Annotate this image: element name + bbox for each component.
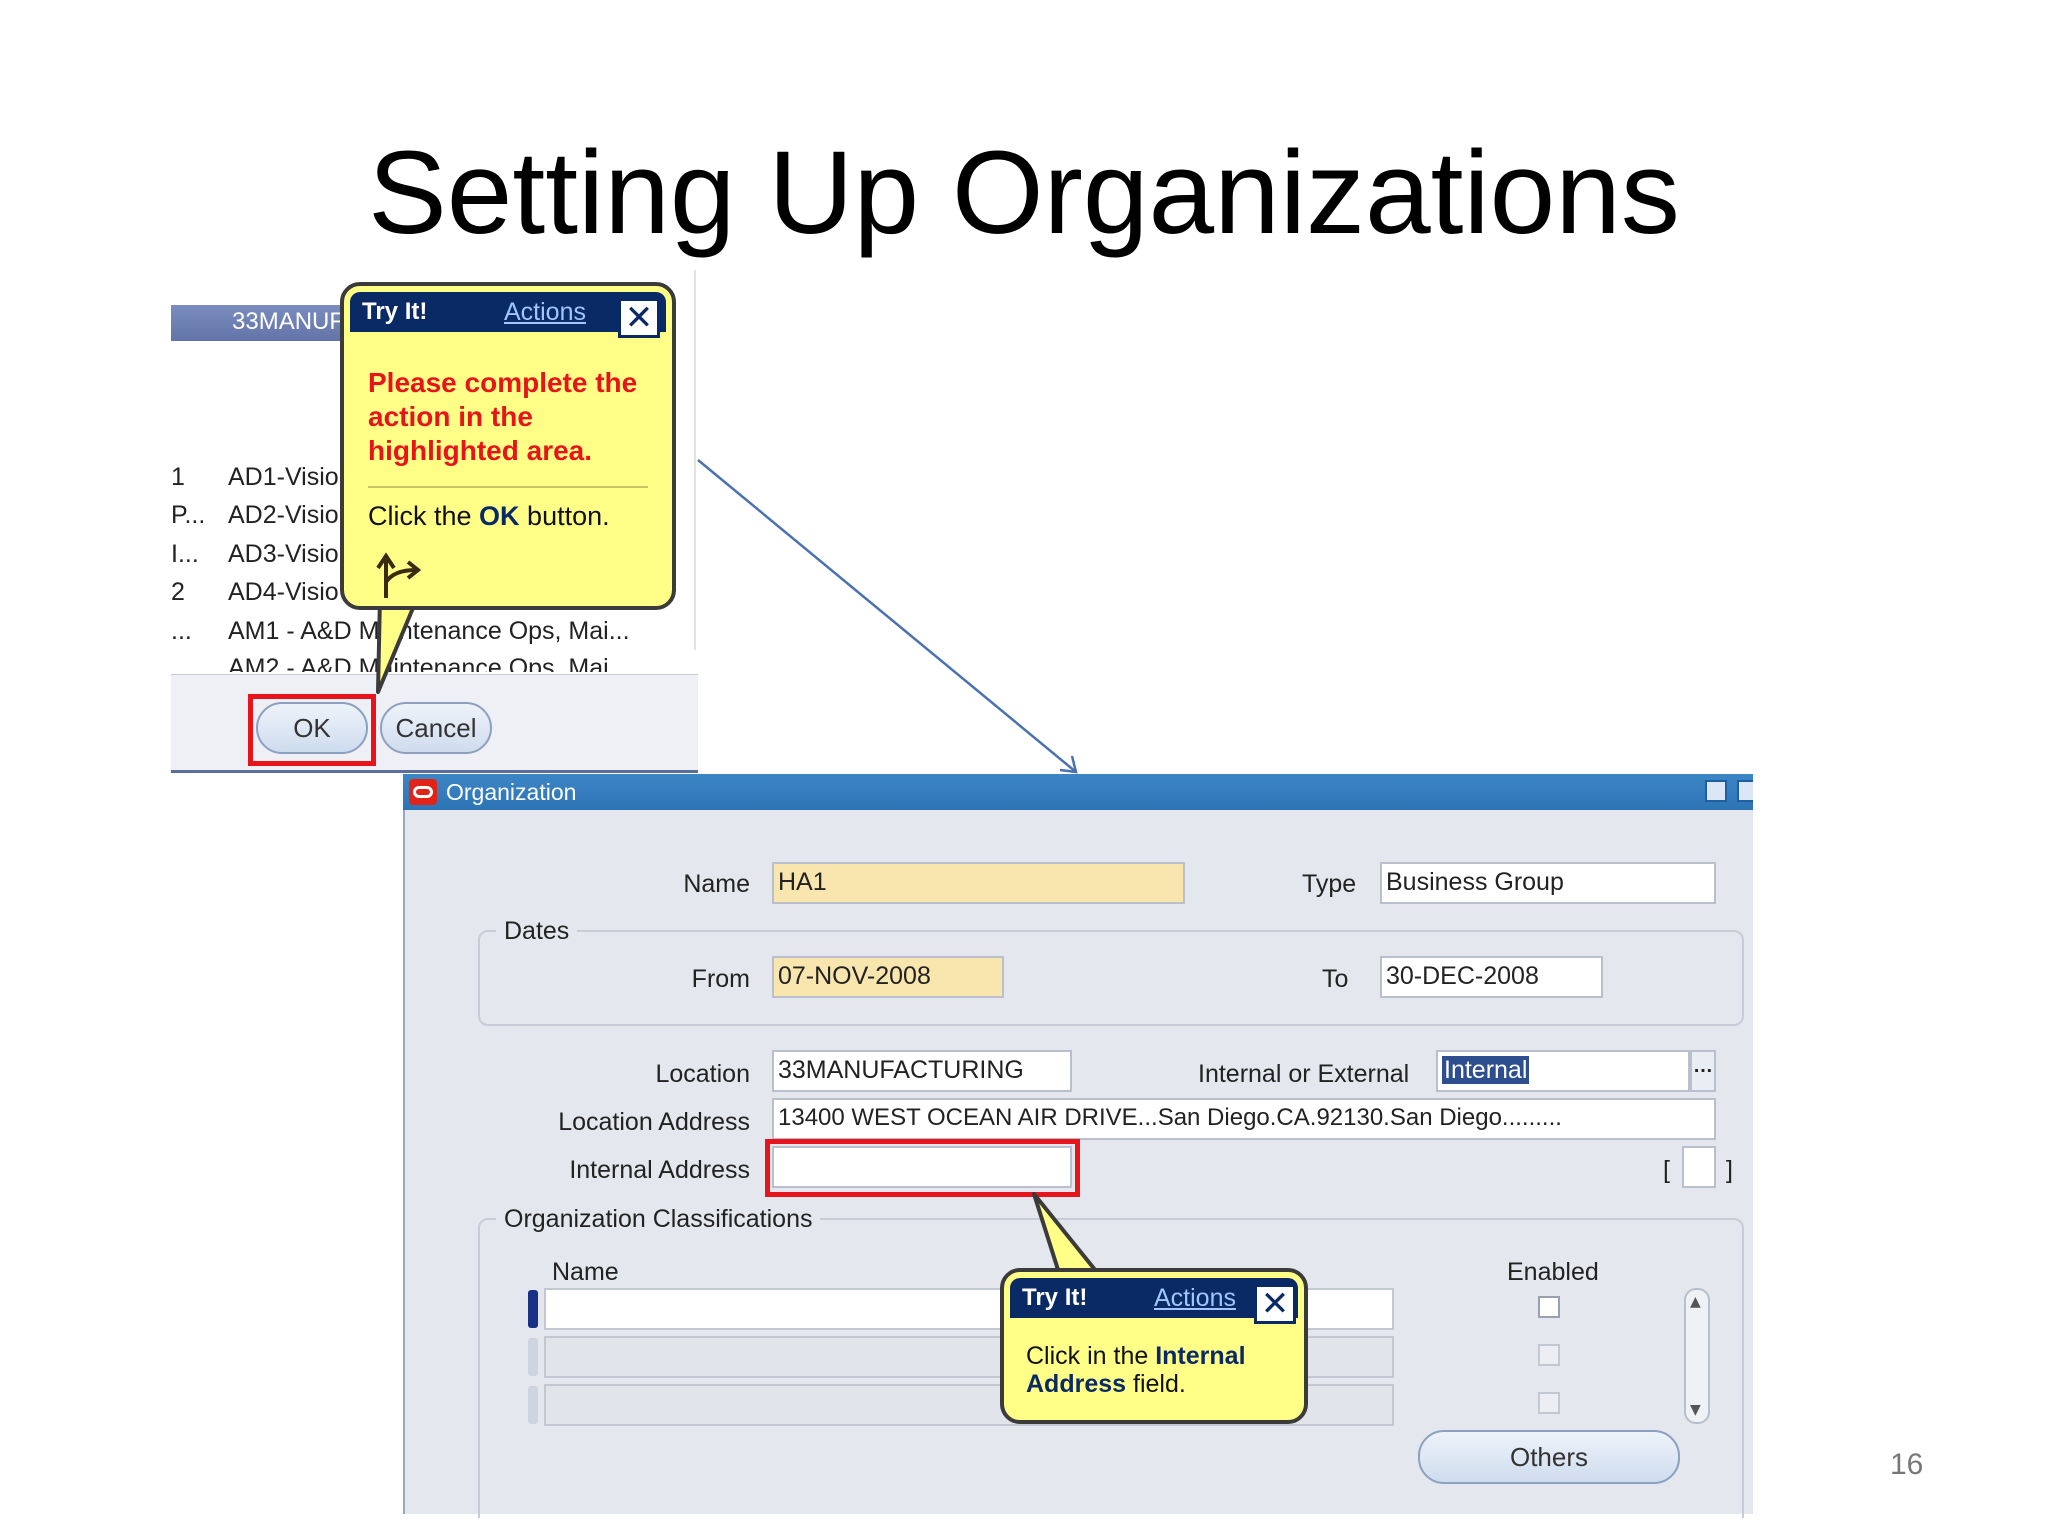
try-it-label: Try It! — [362, 298, 428, 325]
current-record-indicator[interactable] — [528, 1290, 538, 1328]
callout-divider — [368, 486, 648, 488]
lov-row-name[interactable]: AD4-Visio — [228, 578, 339, 607]
callout-top: Try It! Actions ✕ Please complete the ac… — [340, 282, 676, 610]
enabled-checkbox[interactable] — [1538, 1344, 1560, 1366]
callout-instruction: Click the OK button. — [368, 501, 610, 531]
internal-address-highlight-box — [765, 1139, 1080, 1197]
actions-link[interactable]: Actions — [1154, 1284, 1236, 1313]
location-label: Location — [655, 1060, 750, 1088]
name-label: Name — [683, 870, 750, 898]
slide-number: 16 — [1890, 1448, 1924, 1481]
name-field[interactable]: HA1 — [772, 862, 1185, 904]
organization-title-bar — [403, 774, 1753, 810]
organization-window-title: Organization — [446, 779, 577, 805]
maximize-icon[interactable] — [1737, 780, 1753, 802]
callout-warning: Please complete the action in the highli… — [368, 367, 638, 466]
others-button[interactable]: Others — [1418, 1430, 1680, 1484]
ok-highlight-box — [248, 694, 376, 766]
bracket-open: [ — [1663, 1156, 1670, 1184]
to-label: To — [1322, 965, 1349, 993]
actions-link[interactable]: Actions — [504, 298, 586, 327]
enabled-checkbox[interactable] — [1538, 1296, 1560, 1318]
branch-arrow-icon — [376, 552, 422, 598]
enabled-header: Enabled — [1507, 1258, 1599, 1286]
to-date-field[interactable]: 30-DEC-2008 — [1380, 956, 1603, 998]
lov-bottom-border — [171, 770, 698, 773]
class-name-header: Name — [552, 1258, 619, 1286]
scroll-down-icon[interactable]: ▼ — [1690, 1402, 1701, 1418]
internal-address-label: Internal Address — [569, 1156, 750, 1184]
location-address-field[interactable]: 13400 WEST OCEAN AIR DRIVE...San Diego.C… — [772, 1098, 1716, 1140]
lov-row-code[interactable]: I... — [171, 540, 207, 569]
location-address-label: Location Address — [558, 1108, 750, 1136]
bracket-close: ] — [1726, 1156, 1733, 1184]
callout-instruction: Click in the Internal Address field. — [1026, 1342, 1246, 1398]
lov-row-name[interactable]: AD1-Visio — [228, 463, 339, 492]
from-label: From — [691, 965, 750, 993]
internal-external-field[interactable]: Internal — [1436, 1050, 1690, 1092]
type-label: Type — [1302, 870, 1357, 898]
record-indicator[interactable] — [528, 1386, 538, 1424]
connector-arrow — [697, 459, 1078, 774]
callout-bottom-pointer — [1032, 1192, 1102, 1278]
lov-row-code[interactable]: 2 — [171, 578, 207, 607]
close-icon[interactable]: ✕ — [618, 298, 660, 338]
record-indicator[interactable] — [528, 1338, 538, 1376]
lov-row-code[interactable]: ... — [171, 617, 207, 646]
try-it-label: Try It! — [1022, 1284, 1088, 1311]
cancel-button[interactable]: Cancel — [380, 702, 492, 754]
dates-group-title: Dates — [496, 917, 578, 946]
internal-external-label: Internal or External — [1198, 1060, 1410, 1088]
lov-row-name[interactable]: AD3-Visio — [228, 540, 339, 569]
close-icon[interactable]: ✕ — [1254, 1284, 1296, 1324]
lov-window-title: 33MANUF — [232, 308, 345, 335]
lov-row-code[interactable]: P... — [171, 501, 207, 530]
minimize-icon[interactable] — [1705, 780, 1727, 802]
lov-row-name[interactable]: AD2-Visio — [228, 501, 339, 530]
scroll-up-icon[interactable]: ▲ — [1690, 1294, 1701, 1310]
descriptive-flexfield[interactable] — [1682, 1146, 1716, 1188]
oracle-logo-icon — [409, 779, 437, 805]
classifications-group-title: Organization Classifications — [496, 1205, 821, 1234]
lov-row-code[interactable]: 1 — [171, 463, 207, 492]
callout-bottom: Try It! Actions ✕ Click in the Internal … — [1000, 1268, 1308, 1424]
callout-top-pointer — [376, 596, 420, 694]
enabled-checkbox[interactable] — [1538, 1392, 1560, 1414]
slide-title: Setting Up Organizations — [368, 127, 1680, 259]
list-of-values-icon[interactable]: … — [1690, 1050, 1716, 1092]
location-field[interactable]: 33MANUFACTURING — [772, 1050, 1072, 1092]
type-field[interactable]: Business Group — [1380, 862, 1716, 904]
from-date-field[interactable]: 07-NOV-2008 — [772, 956, 1004, 998]
